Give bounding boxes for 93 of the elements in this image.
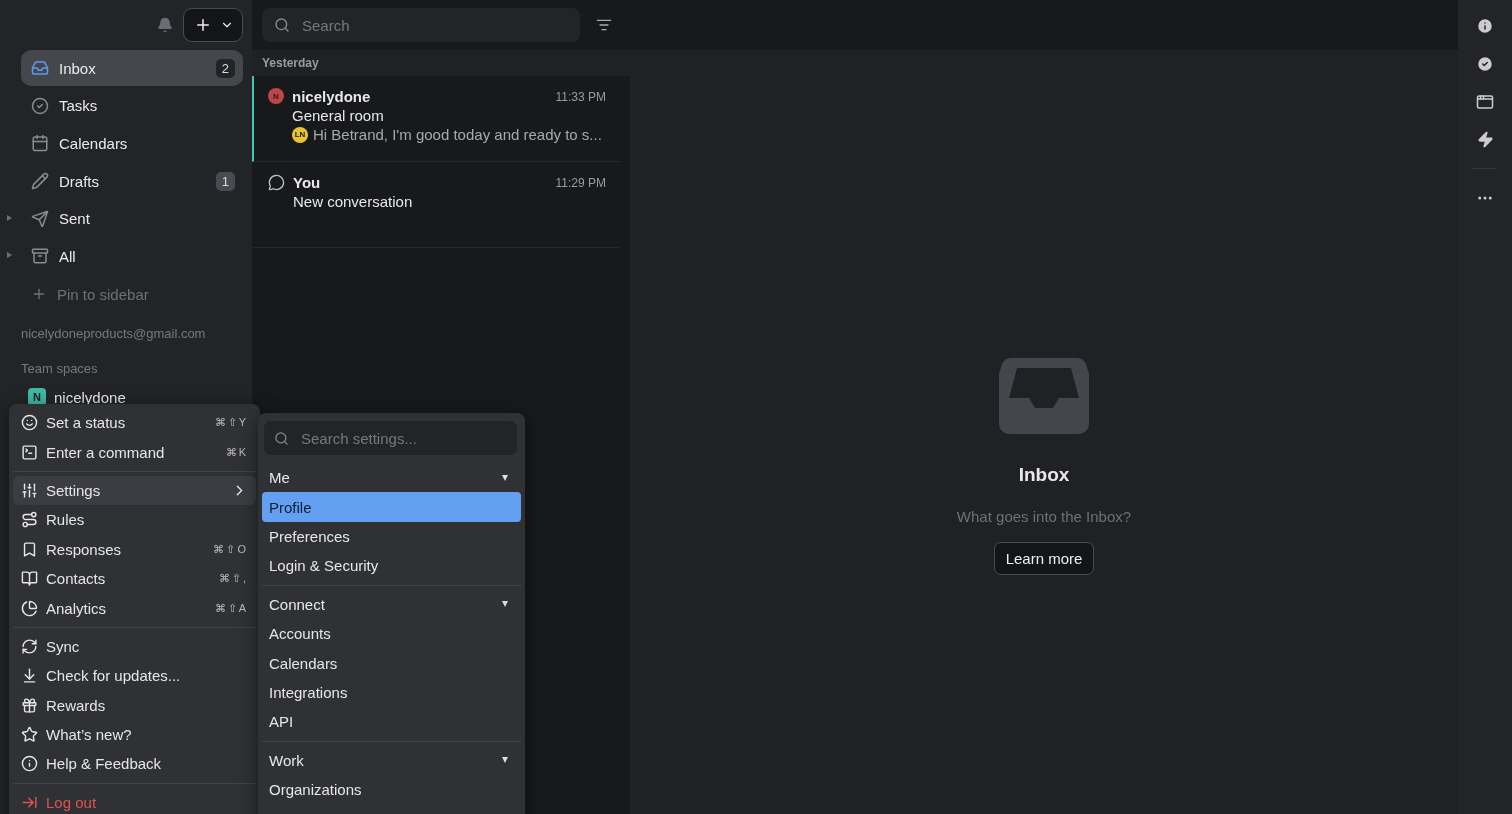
check-circle-icon[interactable] (1476, 55, 1494, 73)
bookmark-icon (21, 540, 38, 558)
smiley-icon (21, 414, 38, 432)
menu-item[interactable]: What’s new? (13, 719, 256, 750)
book-icon (21, 570, 38, 588)
conversation-row[interactable]: You 11:29 PM New conversation (252, 162, 620, 248)
sender-name: nicelydone (292, 88, 371, 105)
user-avatar: LN (292, 126, 308, 143)
sidebar-item[interactable]: Calendars (21, 125, 243, 162)
settings-menu-item[interactable]: Integrations (262, 677, 521, 708)
keyboard-shortcut: ⌘⇧A (214, 601, 248, 615)
sidebar-item[interactable]: Tasks (21, 87, 243, 124)
settings-section-header[interactable]: Me (262, 463, 521, 493)
inbox-tray-icon (31, 59, 49, 77)
keyboard-shortcut: ⌘⇧Y (214, 416, 248, 430)
settings-menu-item[interactable]: Organizations (262, 774, 521, 805)
menu-item[interactable]: Rewards (13, 690, 256, 720)
sync-icon (21, 637, 38, 655)
calendar-icon[interactable] (1476, 93, 1494, 111)
inbox-tray-icon (999, 358, 1089, 434)
menu-item[interactable]: Rules (13, 505, 256, 535)
search-input[interactable]: Search (300, 15, 568, 35)
learn-more-button[interactable]: Learn more (993, 542, 1095, 575)
sender-avatar: N (268, 88, 284, 104)
search-icon (274, 430, 289, 446)
menu-item[interactable]: Contacts ⌘⇧, (13, 563, 256, 594)
settings-menu-item[interactable]: Login & Security (262, 551, 521, 581)
pencil-icon (31, 172, 49, 191)
settings-section-header[interactable]: Connect (262, 589, 521, 619)
speech-bubble-icon (268, 174, 285, 191)
conversation-subject: New conversation (293, 193, 414, 210)
settings-menu-item[interactable]: Preferences (262, 521, 521, 552)
check-circle-icon (31, 96, 49, 115)
conversation-subject: General room (292, 107, 385, 124)
download-icon (21, 667, 38, 685)
settings-menu-item[interactable]: API (262, 707, 521, 737)
date-group-header: Yesterday (252, 50, 630, 76)
settings-search-input[interactable]: Search settings... (299, 428, 507, 448)
info-icon (21, 755, 38, 773)
menu-item[interactable]: Responses ⌘⇧O (13, 534, 256, 564)
settings-search-field[interactable]: Search settings... (264, 421, 517, 455)
message-time: 11:29 PM (555, 175, 606, 190)
message-time: 11:33 PM (555, 89, 606, 104)
menu-item[interactable]: Enter a command ⌘K (13, 437, 256, 467)
plus-icon (194, 16, 212, 34)
menu-item[interactable]: Check for updates... (13, 661, 256, 691)
sidebar-item[interactable]: All (21, 238, 243, 275)
route-icon (21, 511, 38, 529)
section-title: Connect (269, 595, 325, 613)
sidebar-item[interactable]: Inbox 2 (21, 50, 243, 86)
keyboard-shortcut: ⌘⇧O (213, 542, 248, 556)
message-preview: Hi Betrand, I'm good today and ready to s... (313, 126, 602, 143)
search-field[interactable]: Search (262, 8, 580, 42)
sidebar-item[interactable]: Sent (21, 200, 243, 237)
pie-chart-icon (21, 599, 38, 617)
conversation-row[interactable]: N nicelydone 11:33 PM General room LN Hi Betrand, I'm good today and ready to s... (252, 76, 620, 162)
settings-section-header[interactable]: Work (262, 745, 521, 775)
paper-plane-icon (31, 209, 49, 228)
keyboard-shortcut: ⌘K (225, 445, 248, 459)
sliders-icon (21, 481, 38, 499)
menu-item[interactable]: Settings (13, 475, 256, 506)
empty-state-subtitle: What goes into the Inbox? (956, 508, 1132, 525)
bell-icon[interactable] (157, 17, 173, 33)
expand-caret-icon[interactable] (7, 214, 12, 221)
settings-menu-item[interactable]: Calendars (262, 648, 521, 678)
keyboard-shortcut: ⌘⇧, (218, 572, 248, 586)
expand-caret-icon[interactable] (7, 252, 12, 259)
count-badge: 1 (215, 171, 235, 191)
compose-button[interactable] (183, 8, 243, 42)
filter-icon[interactable] (596, 17, 612, 33)
account-email: nicelydoneproducts@gmail.com (21, 326, 207, 342)
menu-item[interactable]: Sync (13, 631, 256, 662)
section-title: Me (269, 469, 290, 487)
settings-menu-item[interactable]: Accounts (262, 618, 521, 649)
calendar-icon (31, 134, 49, 153)
terminal-icon (21, 443, 38, 461)
count-badge: 2 (215, 58, 235, 78)
section-title: Work (269, 751, 304, 769)
menu-item[interactable]: Set a status ⌘⇧Y (13, 408, 256, 438)
gift-icon (21, 696, 38, 714)
lightning-icon[interactable] (1476, 131, 1494, 148)
star-icon (21, 726, 38, 744)
menu-item[interactable]: Analytics ⌘⇧A (13, 593, 256, 623)
team-space-name[interactable]: nicelydone (54, 388, 126, 406)
archive-box-icon (31, 247, 49, 266)
search-icon (274, 17, 290, 33)
section-heading: Team spaces (21, 361, 99, 377)
info-icon[interactable] (1476, 17, 1494, 35)
sender-name: You (293, 174, 321, 191)
sidebar-item[interactable]: Drafts 1 (21, 163, 243, 200)
settings-menu-item[interactable]: Profile (262, 492, 521, 522)
menu-item[interactable]: Help & Feedback (13, 749, 256, 779)
empty-state-title: Inbox (1018, 464, 1070, 486)
